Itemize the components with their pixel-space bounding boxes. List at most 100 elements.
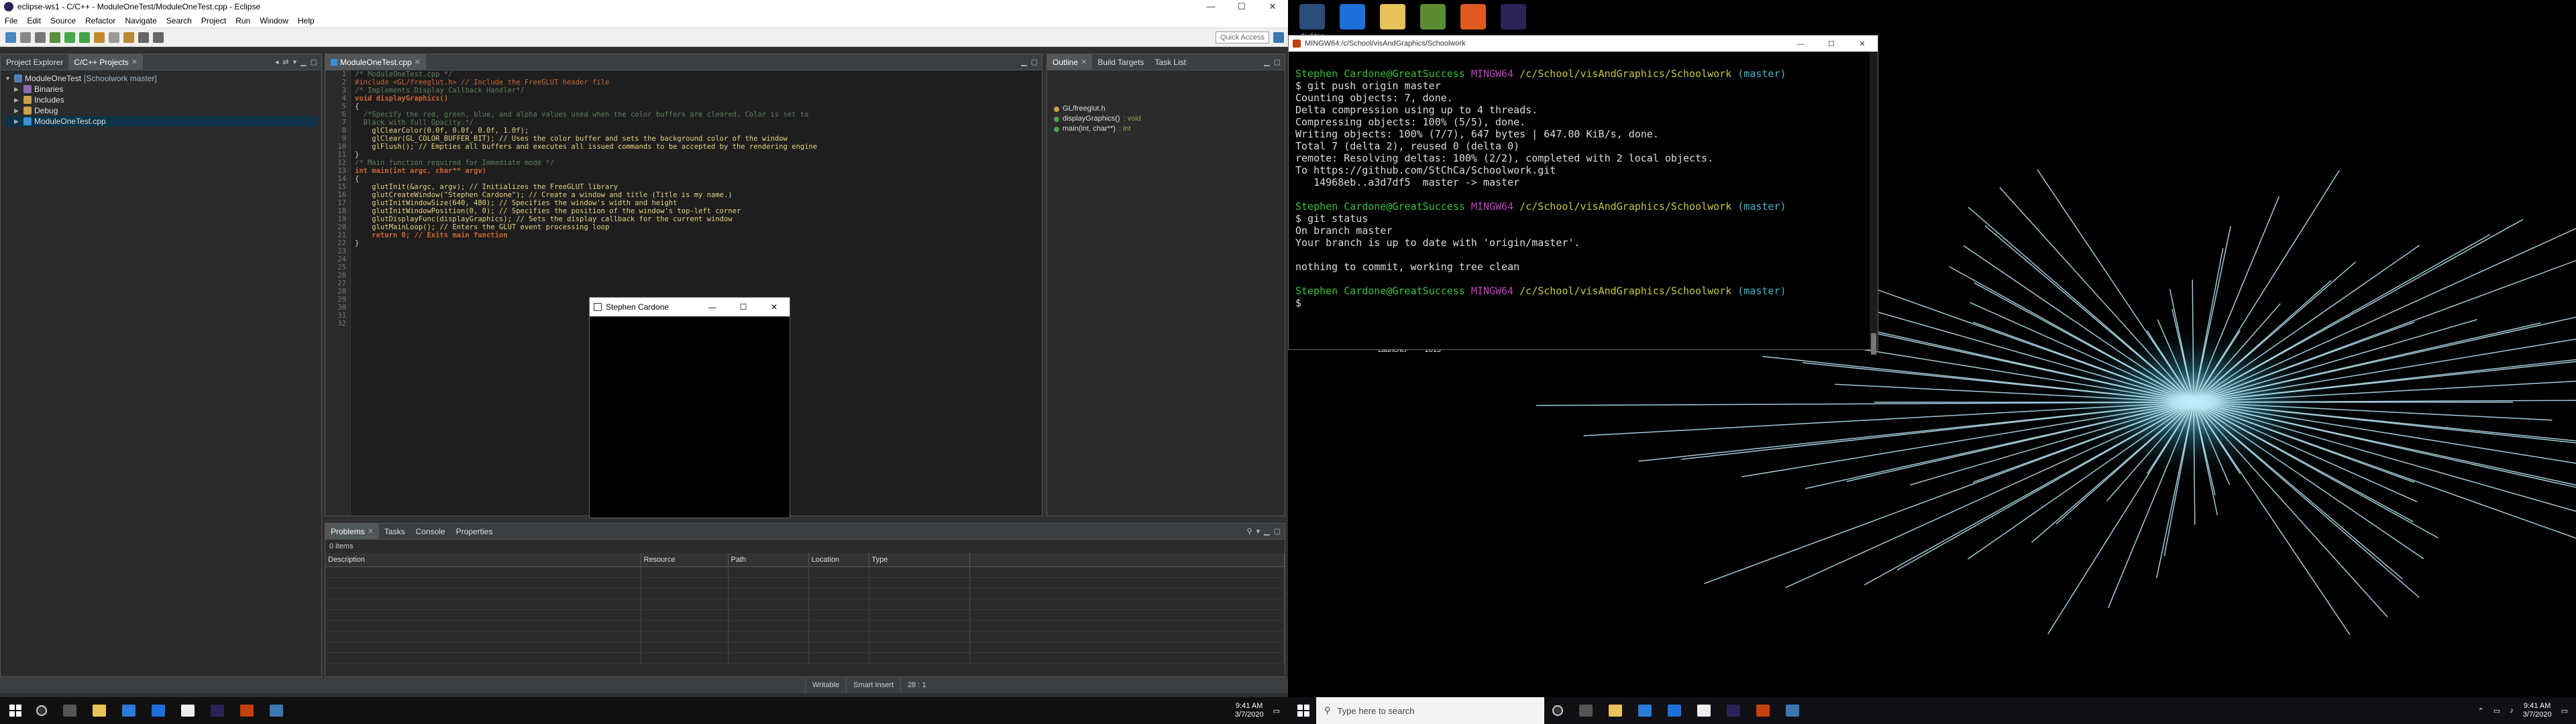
view-menu-icon[interactable]: ▾ — [1256, 527, 1260, 536]
debug-icon[interactable] — [64, 32, 75, 43]
scrollbar-thumb[interactable] — [1871, 333, 1876, 355]
outline-item-function[interactable]: displayGraphics() : void — [1054, 114, 1278, 124]
expand-arrow-icon[interactable]: ▶ — [14, 105, 21, 116]
start-icon[interactable] — [1297, 705, 1309, 717]
expand-arrow-icon[interactable]: ▶ — [14, 116, 21, 127]
code-line[interactable]: /* ModuleOneTest.cpp */ — [355, 70, 1042, 78]
tab-tasks[interactable]: Tasks — [379, 524, 411, 540]
annotation-icon[interactable] — [123, 32, 134, 43]
code-line[interactable]: int main(int argc, char** argv) — [355, 167, 1042, 175]
tab-problems[interactable]: Problems ✕ — [325, 524, 379, 540]
menu-file[interactable]: File — [0, 16, 22, 25]
menu-window[interactable]: Window — [255, 16, 293, 25]
taskbar-search-box[interactable]: ⚲ Type here to search — [1316, 697, 1544, 724]
column-header-location[interactable]: Location — [808, 553, 869, 567]
minimize-button[interactable]: — — [697, 302, 728, 312]
tab-task-list[interactable]: Task List — [1149, 54, 1191, 70]
minimize-view-icon[interactable]: ▁ — [1264, 527, 1269, 536]
menu-search[interactable]: Search — [162, 16, 197, 25]
code-line[interactable]: glutInitWindowSize(640, 480); // Specifi… — [355, 199, 1042, 207]
tab-project-explorer[interactable]: Project Explorer — [1, 54, 68, 70]
tree-item-debug[interactable]: ▶ Debug — [5, 105, 317, 116]
code-line[interactable]: glutMainLoop(); // Enters the GLUT event… — [355, 223, 1042, 231]
task-view-icon[interactable] — [1579, 705, 1593, 717]
volume-icon[interactable]: ♪ — [2510, 707, 2514, 715]
git-bash-taskbar-icon[interactable] — [240, 705, 254, 717]
file-explorer-icon[interactable] — [93, 705, 106, 717]
minimize-button[interactable]: — — [1785, 40, 1816, 48]
code-line[interactable]: #include <GL/freeglut.h> // Include the … — [355, 78, 1042, 86]
code-line[interactable]: glutCreateWindow("Stephen Cardone"); // … — [355, 191, 1042, 199]
table-row[interactable] — [325, 652, 1285, 664]
code-line[interactable]: glutInitWindowPosition(0, 0); // Specifi… — [355, 207, 1042, 215]
search-icon[interactable] — [109, 32, 119, 43]
outline-item-function[interactable]: main(int, char**) : int — [1054, 124, 1278, 134]
new-icon[interactable] — [5, 32, 16, 43]
column-header-description[interactable]: Description — [325, 553, 641, 567]
code-line[interactable]: glutDisplayFunc(displayGraphics); // Set… — [355, 215, 1042, 223]
task-view-icon[interactable] — [63, 705, 76, 717]
tree-item-source-file[interactable]: ▶ ModuleOneTest.cpp — [5, 116, 317, 127]
code-line[interactable]: glClearColor(0.0f, 0.0f, 0.0f, 1.0f); — [355, 127, 1042, 135]
quick-access-input[interactable]: Quick Access — [1215, 31, 1269, 44]
maximize-view-icon[interactable]: ▢ — [1274, 527, 1281, 536]
filter-icon[interactable]: ⚲ — [1247, 527, 1252, 536]
table-row[interactable] — [325, 609, 1285, 621]
close-icon[interactable]: ✕ — [368, 524, 374, 540]
glut-output-window[interactable]: Stephen Cardone — ☐ ✕ — [589, 297, 790, 518]
code-line[interactable]: } — [355, 151, 1042, 159]
code-line[interactable]: /* Main function required for Immediate … — [355, 159, 1042, 167]
collapse-all-icon[interactable]: ◂ — [275, 58, 279, 66]
git-bash-window[interactable]: MINGW64:/c/School/visAndGraphics/Schoolw… — [1288, 35, 1878, 355]
back-icon[interactable] — [138, 32, 149, 43]
git-bash-taskbar-icon[interactable] — [1756, 705, 1770, 717]
desktop-icon[interactable] — [1489, 4, 1538, 32]
start-icon[interactable] — [9, 705, 21, 717]
tab-console[interactable]: Console — [411, 524, 451, 540]
notepad-icon[interactable] — [181, 705, 195, 717]
view-menu-icon[interactable]: ▾ — [293, 58, 297, 66]
code-line[interactable]: glClear(GL_COLOR_BUFFER_BIT); // Uses th… — [355, 135, 1042, 143]
tab-properties[interactable]: Properties — [451, 524, 498, 540]
tab-build-targets[interactable]: Build Targets — [1092, 54, 1149, 70]
table-row[interactable] — [325, 566, 1285, 578]
outline-item-include[interactable]: GL/freeglut.h — [1054, 104, 1278, 114]
code-line[interactable]: glFlush(); // Empties all buffers and ex… — [355, 143, 1042, 151]
eclipse-taskbar-icon[interactable] — [211, 705, 224, 717]
code-line[interactable]: /* Implements Display Callback Handler*/ — [355, 86, 1042, 95]
close-button[interactable]: ✕ — [1257, 1, 1288, 12]
code-line[interactable]: return 0; // Exits main function — [355, 231, 1042, 239]
eclipse-taskbar-icon[interactable] — [1727, 705, 1740, 717]
store-icon[interactable] — [1638, 705, 1652, 717]
open-type-icon[interactable] — [94, 32, 105, 43]
expand-arrow-icon[interactable]: ▼ — [5, 73, 11, 84]
notifications-icon[interactable]: ▭ — [2561, 707, 2568, 715]
minimize-view-icon[interactable]: ▁ — [1021, 58, 1026, 66]
link-editor-icon[interactable]: ⇄ — [282, 58, 288, 66]
close-icon[interactable]: ✕ — [1081, 54, 1087, 70]
file-explorer-icon[interactable] — [1609, 705, 1622, 717]
notifications-icon[interactable]: ▭ — [1273, 707, 1280, 715]
close-icon[interactable]: ✕ — [131, 54, 138, 70]
search-icon[interactable] — [36, 705, 47, 716]
tree-item-binaries[interactable]: ▶ Binaries — [5, 84, 317, 95]
notepad-icon[interactable] — [1697, 705, 1711, 717]
expand-arrow-icon[interactable]: ▶ — [14, 84, 21, 95]
window-taskbar-icon[interactable] — [1786, 705, 1799, 717]
clock[interactable]: 9:41 AM 3/7/2020 — [1235, 702, 1264, 719]
table-row[interactable] — [325, 620, 1285, 631]
code-line[interactable]: } — [355, 239, 1042, 247]
glut-titlebar[interactable]: Stephen Cardone — ☐ ✕ — [590, 298, 790, 316]
store-icon[interactable] — [122, 705, 136, 717]
tab-editor-file[interactable]: ModuleOneTest.cpp ✕ — [325, 54, 426, 70]
mail-icon[interactable] — [152, 705, 165, 717]
menu-help[interactable]: Help — [293, 16, 319, 25]
maximize-view-icon[interactable]: ▢ — [1274, 58, 1281, 66]
window-taskbar-icon[interactable] — [270, 705, 283, 717]
table-row[interactable] — [325, 577, 1285, 589]
code-line[interactable]: void displayGraphics() — [355, 95, 1042, 103]
forward-icon[interactable] — [153, 32, 164, 43]
terminal-output[interactable]: Stephen Cardone@GreatSuccess MINGW64 /c/… — [1289, 52, 1878, 337]
code-line[interactable]: { — [355, 175, 1042, 183]
cortana-icon[interactable] — [1552, 705, 1563, 716]
